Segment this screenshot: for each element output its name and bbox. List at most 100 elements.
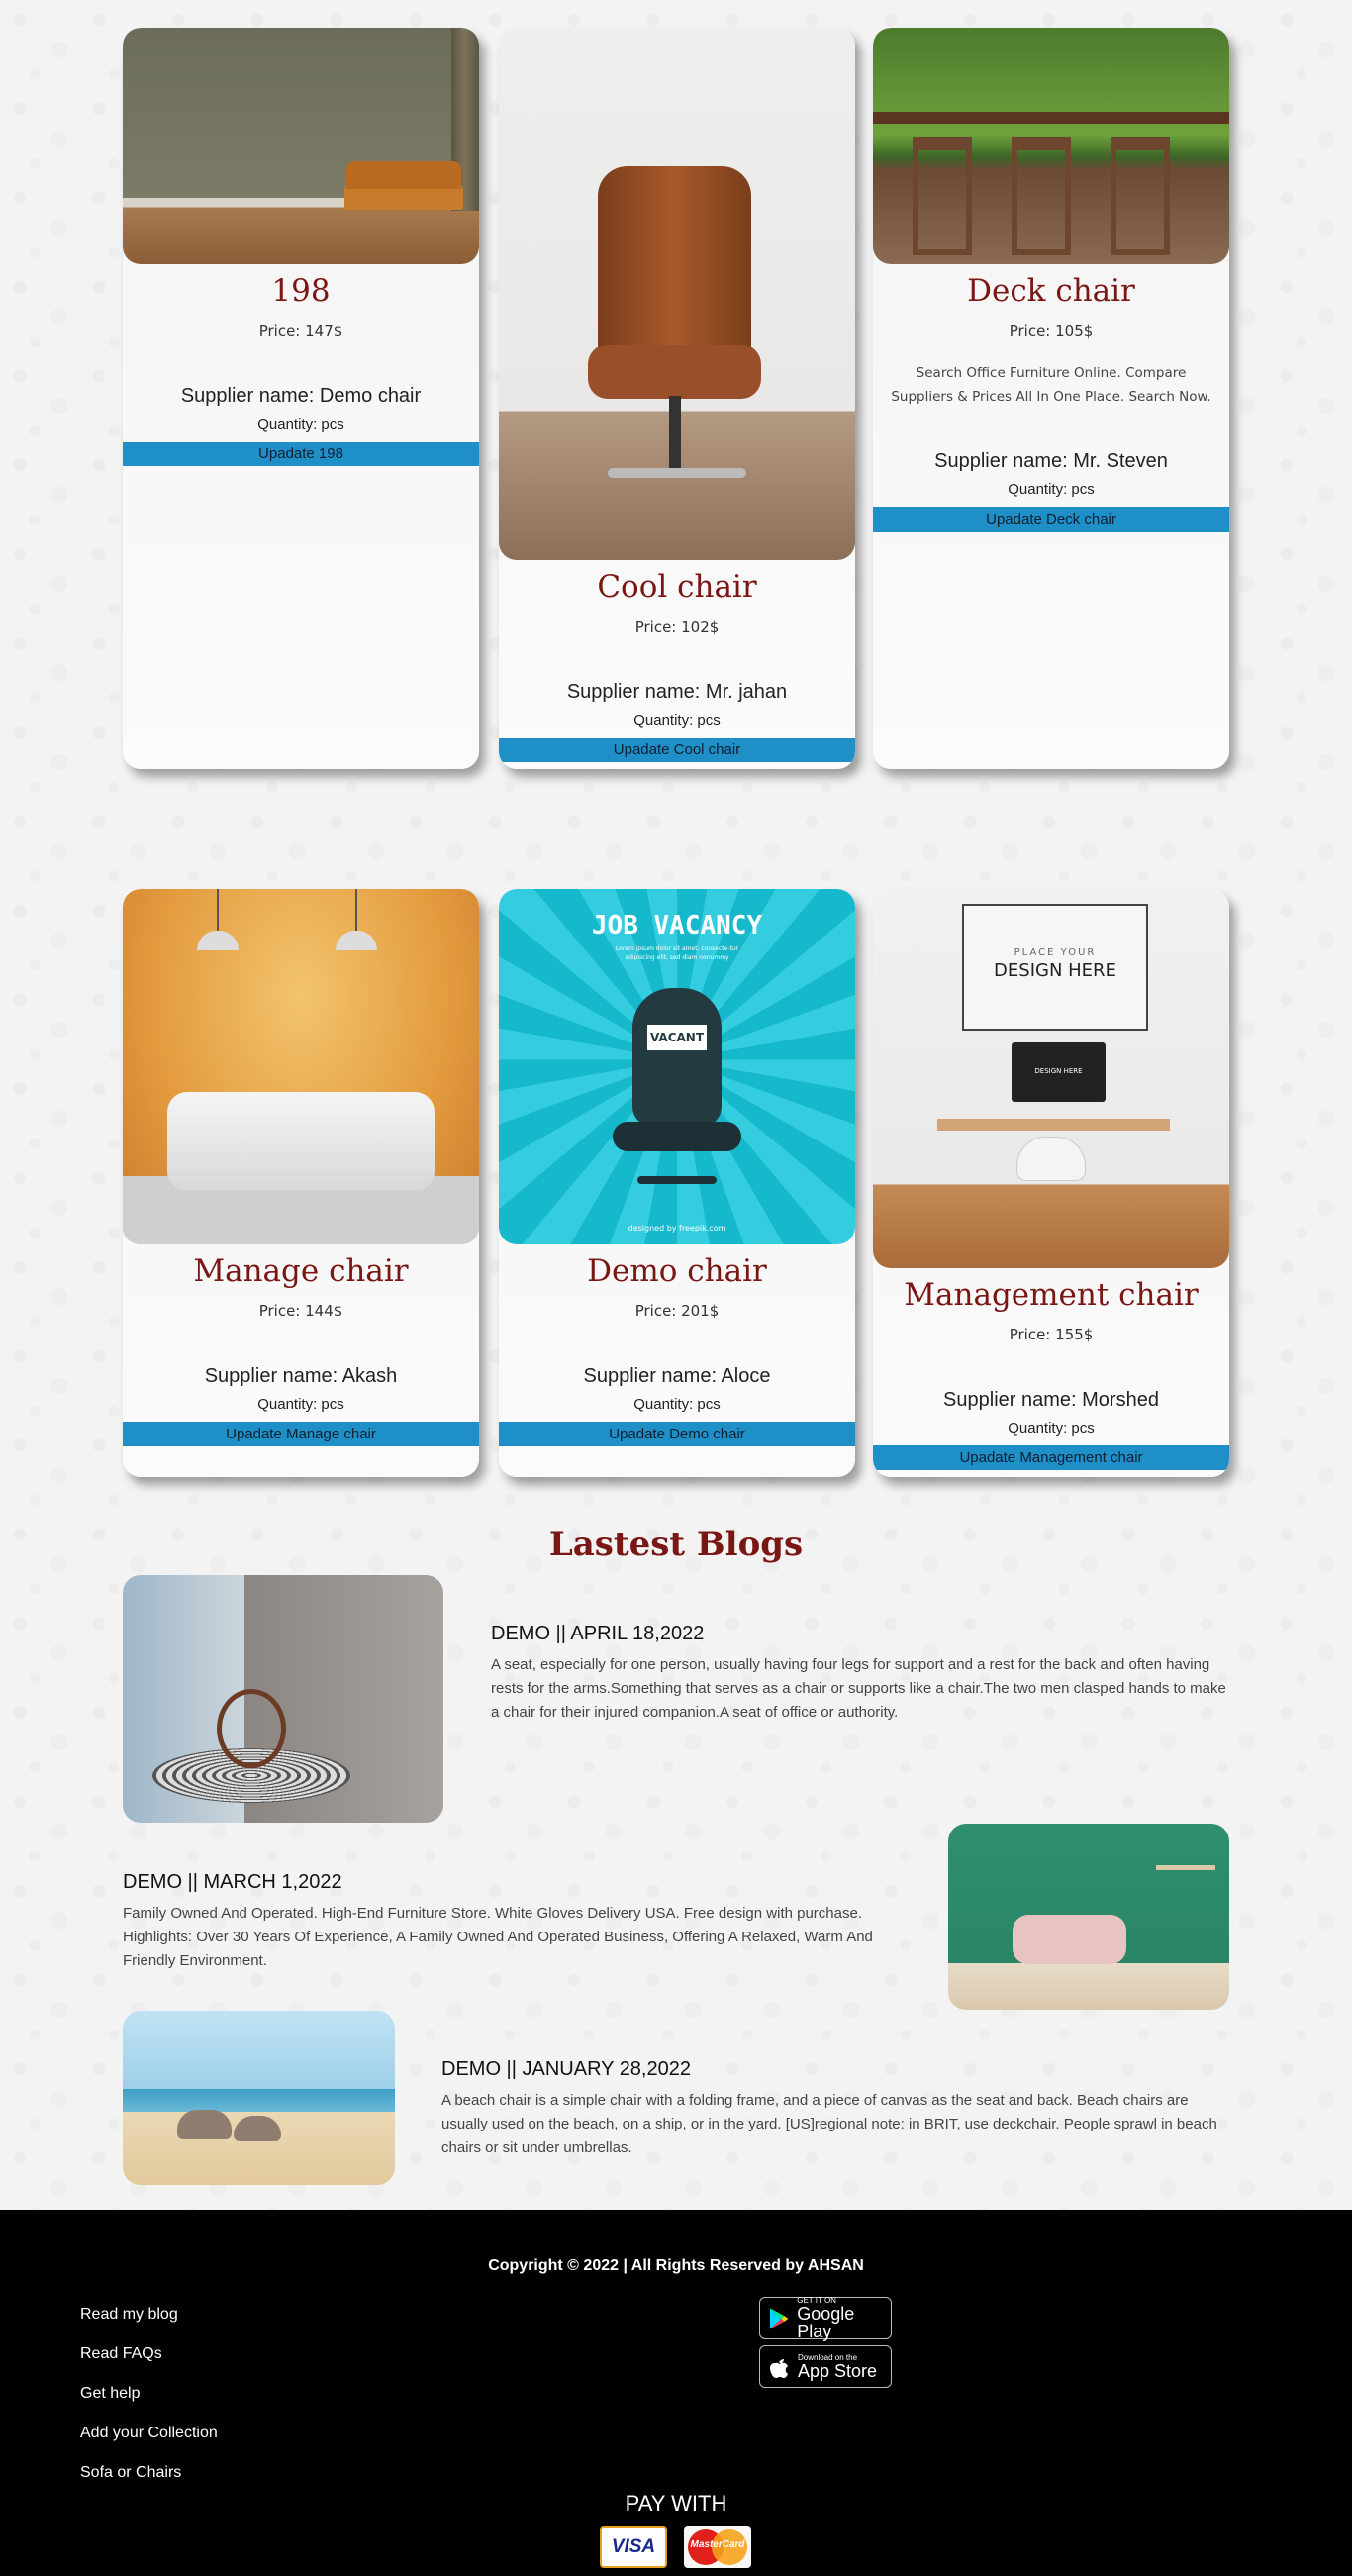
product-name: Deck chair [967, 273, 1135, 309]
chair-shape [913, 137, 972, 255]
product-image [499, 28, 855, 560]
product-image: PLACE YOUR DESIGN HERE DESIGN HERE [873, 889, 1229, 1268]
product-price: Price: 102$ [634, 618, 720, 637]
update-button[interactable]: Upadate Demo chair [499, 1422, 855, 1447]
mastercard-icon: MasterCard [684, 2526, 751, 2568]
update-button[interactable]: Upadate Deck chair [873, 507, 1229, 533]
footer-link-sofa[interactable]: Sofa or Chairs [80, 2453, 218, 2493]
product-name: Cool chair [597, 569, 757, 605]
footer-link-help[interactable]: Get help [80, 2374, 218, 2414]
google-big-text: Google Play [797, 2304, 855, 2341]
blog-image [948, 1824, 1229, 2010]
product-price: Price: 144$ [258, 1302, 343, 1321]
product-card: Cool chair Price: 102$ Supplier name: Mr… [499, 28, 855, 769]
mastercard-text: MasterCard [690, 2539, 745, 2550]
blog-image [123, 1575, 443, 1823]
app-store-button[interactable]: Download on the App Store [759, 2345, 892, 2388]
google-play-icon [769, 2307, 789, 2329]
blog-heading: DEMO || MARCH 1,2022 [123, 1871, 342, 1893]
visa-card-icon: VISA [600, 2526, 667, 2568]
product-quantity: Quantity: pcs [257, 1396, 344, 1414]
product-price: Price: 105$ [1009, 322, 1094, 341]
chair-seat-shape [613, 1122, 741, 1151]
table-top-shape [873, 112, 1229, 124]
chair-shape [1016, 1137, 1086, 1181]
lamp-shape [355, 889, 357, 934]
blog-text: A beach chair is a simple chair with a f… [441, 2092, 1217, 2156]
monitor-shape: DESIGN HERE [1012, 1042, 1106, 1102]
lamp-shape [197, 931, 239, 950]
footer-link-blog[interactable]: Read my blog [80, 2295, 218, 2334]
picture-frame: PLACE YOUR DESIGN HERE [962, 904, 1148, 1031]
chair-shape [1111, 137, 1170, 255]
product-quantity: Quantity: pcs [633, 1396, 721, 1414]
google-play-button[interactable]: GET IT ON Google Play [759, 2296, 892, 2341]
chair-shape [1012, 137, 1071, 255]
footer-link-faqs[interactable]: Read FAQs [80, 2334, 218, 2374]
supplier-name: Supplier name: Aloce [583, 1365, 771, 1388]
product-quantity: Quantity: pcs [1008, 1420, 1095, 1437]
apple-big-text: App Store [798, 2361, 878, 2381]
product-image: JOB VACANCY Lorem ipsum dolor sit amet, … [499, 889, 855, 1244]
supplier-name: Supplier name: Morshed [943, 1389, 1159, 1412]
sofa-back-shape [346, 161, 461, 189]
pay-with-title: PAY WITH [625, 2491, 727, 2516]
beach-chair-shape [177, 2110, 232, 2139]
desk-shape [937, 1119, 1170, 1131]
footer-link-collection[interactable]: Add your Collection [80, 2414, 218, 2453]
blogs-title: Lastest Blogs [548, 1525, 804, 1564]
product-card: 198 Price: 147$ Supplier name: Demo chai… [123, 28, 479, 769]
chair-seat-shape [588, 345, 761, 399]
product-price: Price: 201$ [634, 1302, 720, 1321]
update-button[interactable]: Upadate Management chair [873, 1445, 1229, 1471]
supplier-name: Supplier name: Mr. Steven [934, 450, 1168, 473]
frame-big-text: DESIGN HERE [994, 960, 1116, 981]
poster-credit: designed by freepik.com [628, 1224, 726, 1233]
shelf-shape [1156, 1865, 1215, 1870]
blog-heading: DEMO || JANUARY 28,2022 [441, 2058, 691, 2080]
vacant-sign: VACANT [645, 1023, 709, 1052]
blog-text: A seat, especially for one person, usual… [491, 1656, 1226, 1721]
blog-heading: DEMO || APRIL 18,2022 [491, 1623, 705, 1644]
product-image [123, 28, 479, 264]
chair-shape [217, 1689, 286, 1768]
beach-chair-shape [234, 2116, 281, 2141]
product-name: Management chair [904, 1277, 1199, 1313]
lamp-shape [217, 889, 219, 934]
copyright: Copyright © 2022 | All Rights Reserved b… [488, 2257, 864, 2274]
product-name: Demo chair [587, 1253, 767, 1289]
sofa-shape [167, 1092, 435, 1191]
product-card: Manage chair Price: 144$ Supplier name: … [123, 889, 479, 1477]
supplier-name: Supplier name: Demo chair [180, 385, 422, 408]
apple-icon [770, 2358, 788, 2378]
chair-back-shape [632, 988, 722, 1127]
product-quantity: Quantity: pcs [257, 416, 344, 434]
supplier-name: Supplier name: Akash [204, 1365, 398, 1388]
product-card: Deck chair Price: 105$ Search Office Fur… [873, 28, 1229, 769]
product-quantity: Quantity: pcs [1008, 481, 1095, 499]
product-image [873, 28, 1229, 264]
product-quantity: Quantity: pcs [633, 712, 721, 730]
product-card: JOB VACANCY Lorem ipsum dolor sit amet, … [499, 889, 855, 1477]
product-description: Search Office Furniture Online. Compare … [891, 365, 1211, 406]
chair-back-shape [598, 166, 751, 364]
product-name: Manage chair [193, 1253, 409, 1289]
chair-base-shape [608, 468, 746, 478]
update-button[interactable]: Upadate Cool chair [499, 738, 855, 763]
chair-pole-shape [669, 396, 681, 475]
product-price: Price: 147$ [258, 322, 343, 341]
frame-small-text: PLACE YOUR [1014, 947, 1097, 958]
blog-image [123, 2011, 395, 2185]
lamp-shape [336, 931, 377, 950]
product-image [123, 889, 479, 1244]
footer-links: Read my blog Read FAQs Get help Add your… [80, 2295, 218, 2493]
update-button[interactable]: Upadate 198 [123, 442, 479, 467]
footer: Copyright © 2022 | All Rights Reserved b… [0, 2210, 1352, 2576]
blog-text: Family Owned And Operated. High-End Furn… [123, 1905, 873, 1969]
poster-subtitle: Lorem ipsum dolor sit amet, consecte-tur… [615, 945, 739, 961]
supplier-name: Supplier name: Mr. jahan [566, 681, 788, 704]
product-card: PLACE YOUR DESIGN HERE DESIGN HERE Manag… [873, 889, 1229, 1477]
update-button[interactable]: Upadate Manage chair [123, 1422, 479, 1447]
chair-base-shape [637, 1176, 717, 1184]
visa-text: VISA [611, 2536, 656, 2557]
